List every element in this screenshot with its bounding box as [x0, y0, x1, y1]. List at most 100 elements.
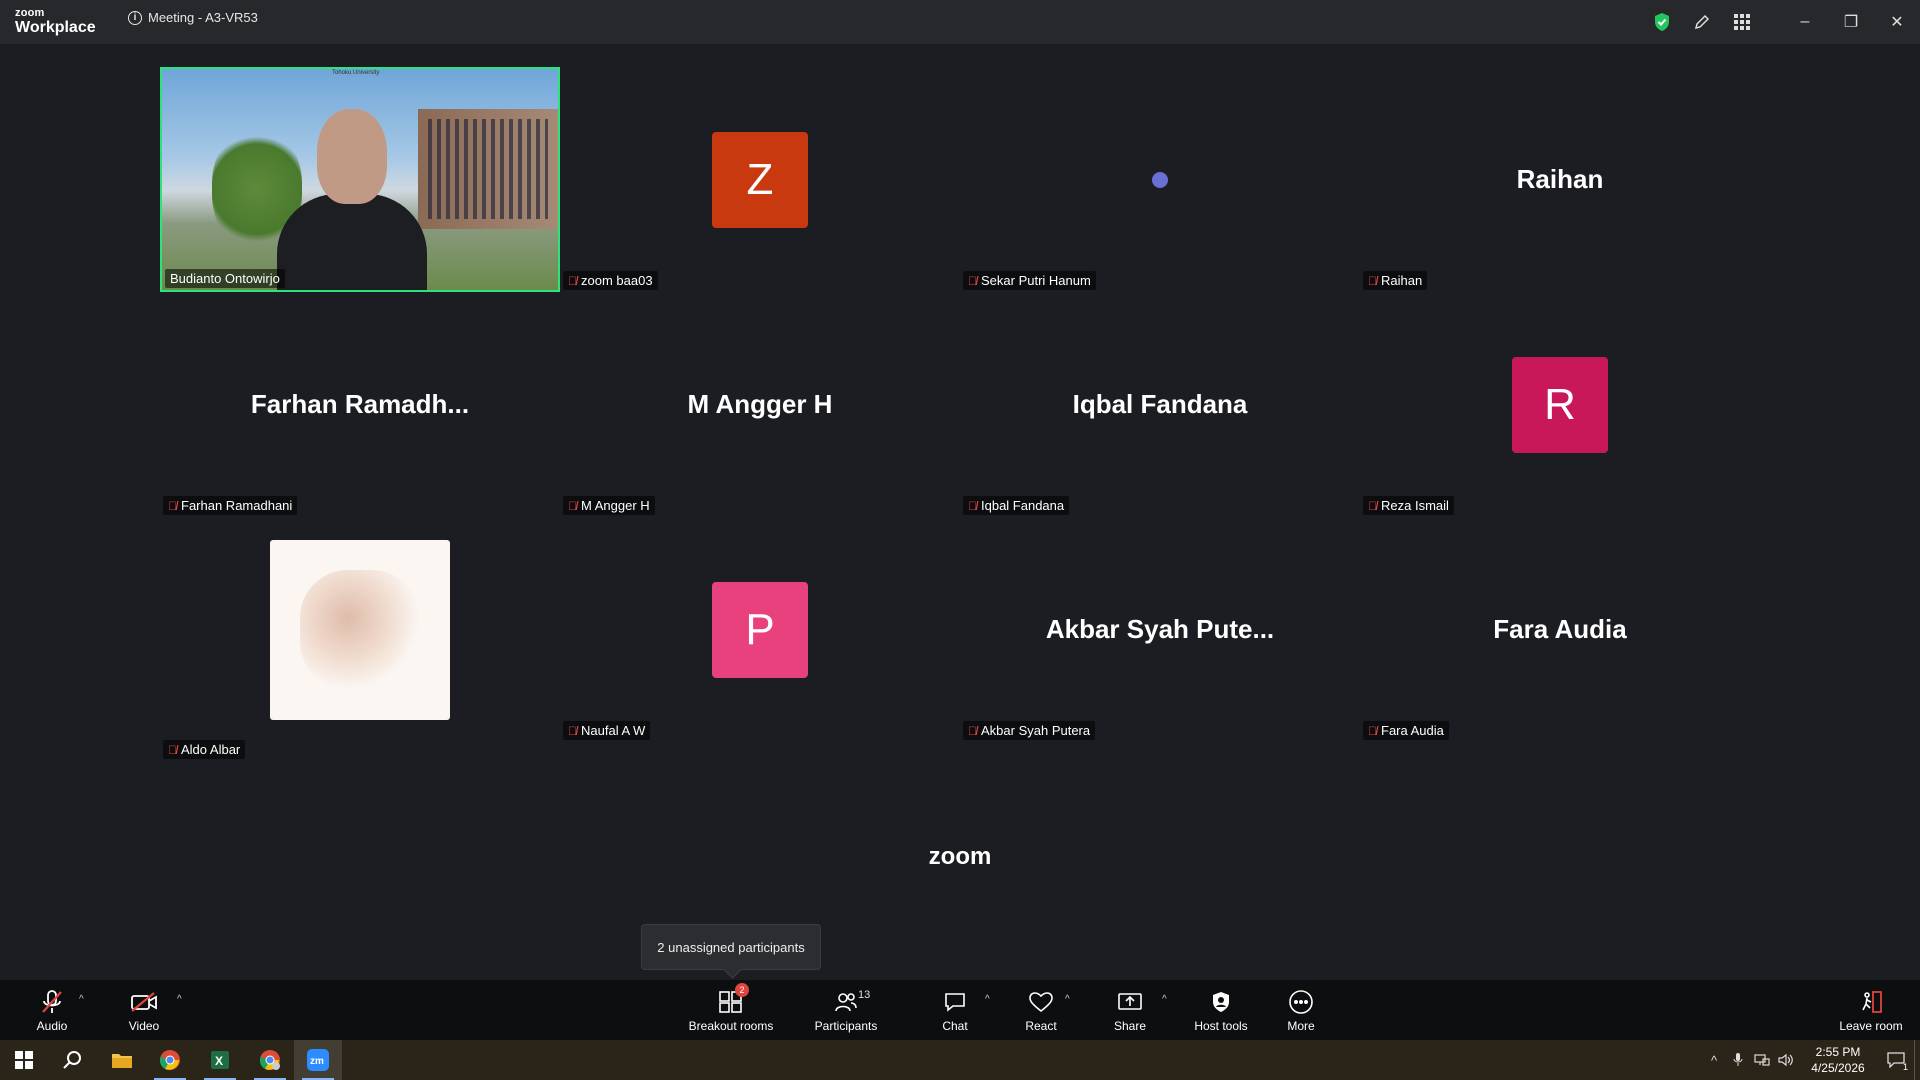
more-button[interactable]: More	[1280, 980, 1322, 1040]
mic-muted-icon: 🎙̸	[968, 498, 977, 513]
mic-muted-icon: 🎙̸	[568, 723, 577, 738]
participant-name: Raihan	[1381, 273, 1423, 288]
minimize-button[interactable]: –	[1782, 0, 1828, 44]
participant-avatar: R	[1512, 356, 1608, 453]
loading-dot	[1152, 171, 1168, 188]
participant-tile-sekar[interactable]: 🎙̸ Sekar Putri Hanum	[960, 67, 1360, 292]
participant-name-tag: 🎙̸ Farhan Ramadhani	[163, 496, 298, 515]
close-button[interactable]: ✕	[1874, 0, 1920, 44]
leave-label: Leave room	[1839, 1019, 1903, 1033]
restore-button[interactable]: ❐	[1828, 0, 1874, 44]
host-tools-label: Host tools	[1194, 1019, 1248, 1033]
chat-options-caret[interactable]: ^	[985, 994, 990, 1005]
participant-display-name: Fara Audia	[1493, 613, 1627, 644]
audio-options-caret[interactable]: ^	[79, 994, 84, 1005]
mic-muted-icon: 🎙̸	[568, 498, 577, 513]
security-shield-icon[interactable]	[1642, 0, 1682, 44]
breakout-label: Breakout rooms	[688, 1019, 774, 1033]
participant-avatar: Z	[712, 131, 808, 228]
meeting-info-button[interactable]: i Meeting - A3-VR53	[128, 10, 258, 25]
system-tray: ^ 2:55 PM 4/25/2026 1	[1702, 1040, 1920, 1080]
participant-name: Sekar Putri Hanum	[981, 273, 1091, 288]
notification-count: 1	[1902, 1062, 1908, 1072]
microphone-icon[interactable]	[1726, 1040, 1750, 1080]
participant-tile-akbar[interactable]: Akbar Syah Pute... 🎙̸ Akbar Syah Putera	[960, 517, 1360, 742]
participant-display-name: Akbar Syah Pute...	[1045, 613, 1275, 644]
excel-icon[interactable]: X	[196, 1040, 244, 1080]
more-icon	[1285, 987, 1317, 1017]
network-icon[interactable]	[1750, 1040, 1774, 1080]
video-off-icon	[128, 987, 160, 1017]
participant-name: Farhan Ramadhani	[181, 498, 293, 513]
chat-label: Chat	[942, 1019, 968, 1033]
heart-icon	[1025, 987, 1057, 1017]
video-button[interactable]: Video	[120, 980, 168, 1040]
participant-tile-naufal[interactable]: P 🎙̸ Naufal A W	[560, 517, 960, 742]
participant-name-tag: 🎙̸ M Angger H	[563, 496, 655, 515]
notification-center-icon[interactable]: 1	[1878, 1040, 1914, 1080]
mic-muted-icon: 🎙̸	[168, 742, 177, 757]
chat-button[interactable]: Chat	[935, 980, 975, 1040]
system-clock[interactable]: 2:55 PM 4/25/2026	[1798, 1044, 1878, 1076]
participant-name-tag: 🎙̸ Reza Ismail	[1363, 496, 1454, 515]
breakout-badge: 2	[735, 983, 749, 997]
annotate-pen-icon[interactable]	[1682, 0, 1722, 44]
svg-text:zm: zm	[310, 1056, 324, 1067]
zoom-workplace-logo: zoom Workplace	[15, 8, 96, 36]
start-button[interactable]	[0, 1040, 48, 1080]
participant-display-name: Iqbal Fandana	[1072, 388, 1248, 419]
apps-grid-icon[interactable]	[1722, 0, 1762, 44]
participant-name-tag: 🎙̸ Naufal A W	[563, 721, 651, 740]
participant-name-tag: 🎙̸ zoom baa03	[563, 271, 658, 290]
file-explorer-icon[interactable]	[98, 1040, 146, 1080]
video-caption: Tohoku University	[332, 70, 380, 76]
share-options-caret[interactable]: ^	[1162, 994, 1167, 1005]
participant-tile-fara[interactable]: Fara Audia 🎙̸ Fara Audia	[1360, 517, 1760, 742]
participant-tile-raihan[interactable]: Raihan 🎙̸ Raihan	[1360, 67, 1760, 292]
show-desktop-button[interactable]	[1914, 1040, 1920, 1080]
react-button[interactable]: React	[1020, 980, 1062, 1040]
svg-text:X: X	[215, 1054, 223, 1068]
audio-button[interactable]: Audio	[28, 980, 76, 1040]
participant-tile-zoom-baa03[interactable]: Z 🎙̸ zoom baa03	[560, 67, 960, 292]
participant-tile-farhan[interactable]: Farhan Ramadh... 🎙̸ Farhan Ramadhani	[160, 292, 560, 517]
unassigned-participants-tooltip[interactable]: 2 unassigned participants	[641, 924, 821, 970]
participant-tile-aldo[interactable]: 🎙̸ Aldo Albar	[160, 536, 560, 761]
participant-tile-iqbal[interactable]: Iqbal Fandana 🎙̸ Iqbal Fandana	[960, 292, 1360, 517]
video-label: Video	[128, 1019, 160, 1033]
chrome-icon[interactable]	[146, 1040, 194, 1080]
host-tools-button[interactable]: Host tools	[1190, 980, 1252, 1040]
volume-icon[interactable]	[1774, 1040, 1798, 1080]
chrome-profile-icon[interactable]	[246, 1040, 294, 1080]
participant-name: zoom baa03	[581, 273, 653, 288]
participant-name: Reza Ismail	[1381, 498, 1449, 513]
leave-room-button[interactable]: Leave room	[1836, 980, 1906, 1040]
participant-name: Akbar Syah Putera	[981, 723, 1091, 738]
participant-name: Budianto Ontowirjo	[170, 271, 280, 286]
meeting-toolbar: Audio ^ Video ^ 2 Breakout rooms 13 Part…	[0, 980, 1920, 1040]
mic-muted-icon: 🎙̸	[968, 273, 977, 288]
zoom-app-icon[interactable]: zm	[294, 1040, 342, 1080]
participant-display-name: Raihan	[1516, 163, 1604, 194]
breakout-rooms-button[interactable]: 2 Breakout rooms	[686, 980, 776, 1040]
video-options-caret[interactable]: ^	[177, 994, 182, 1005]
clock-date: 4/25/2026	[1811, 1061, 1865, 1075]
participant-name-tag: 🎙̸ Raihan	[1363, 271, 1428, 290]
search-icon[interactable]	[48, 1040, 96, 1080]
participant-name-tag: 🎙̸ Aldo Albar	[163, 740, 246, 759]
participants-button[interactable]: 13 Participants	[808, 980, 884, 1040]
participant-display-name: M Angger H	[687, 388, 833, 419]
participants-icon: 13	[830, 987, 870, 1017]
participant-tile-budianto[interactable]: Tohoku University Budianto Ontowirjo	[160, 67, 560, 292]
participant-name-tag: 🎙̸ Sekar Putri Hanum	[963, 271, 1096, 290]
clock-time: 2:55 PM	[1815, 1045, 1861, 1059]
mic-muted-icon: 🎙̸	[968, 723, 977, 738]
show-hidden-icons-chevron-icon[interactable]: ^	[1702, 1040, 1726, 1080]
react-options-caret[interactable]: ^	[1065, 994, 1070, 1005]
participants-count: 13	[858, 989, 871, 1001]
participant-tile-reza[interactable]: R 🎙̸ Reza Ismail	[1360, 292, 1760, 517]
mic-muted-icon: 🎙̸	[568, 273, 577, 288]
share-button[interactable]: Share	[1109, 980, 1151, 1040]
host-shield-icon	[1205, 987, 1237, 1017]
participant-tile-m-angger[interactable]: M Angger H 🎙̸ M Angger H	[560, 292, 960, 517]
